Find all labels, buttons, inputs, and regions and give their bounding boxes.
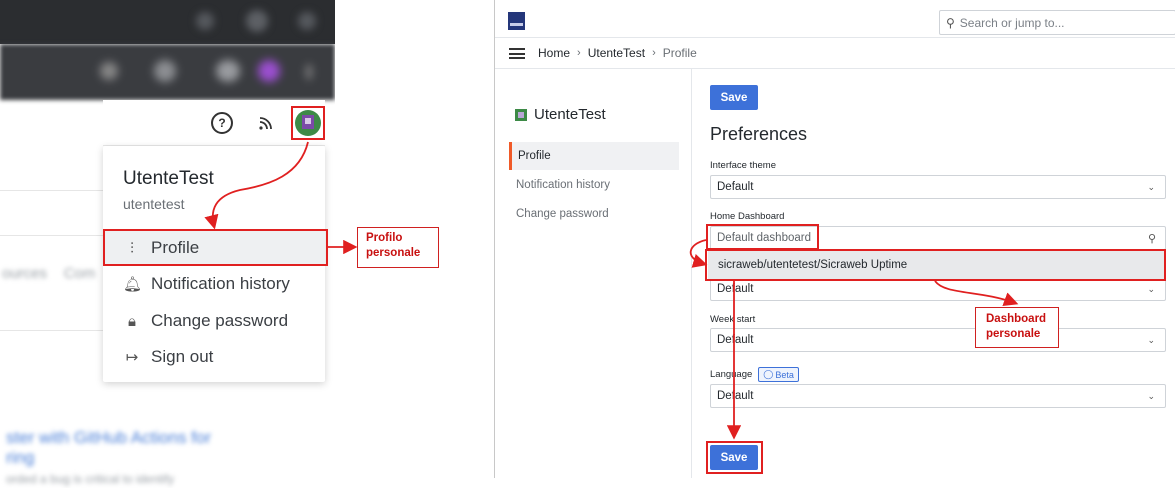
- sidebar-item-profile[interactable]: Profile: [509, 142, 679, 170]
- callout-line: personale: [986, 328, 1041, 340]
- menu-item-sign-out[interactable]: ↦ Sign out: [103, 339, 325, 375]
- menu-display-name: UtenteTest: [123, 168, 214, 189]
- save-button-top[interactable]: Save: [710, 85, 758, 110]
- sidebar-divider: [691, 69, 692, 478]
- menu-item-change-password[interactable]: 🔒︎ Change password: [103, 303, 325, 339]
- callout-profilo-personale: Profilo personale: [357, 227, 439, 268]
- sign-out-icon: ↦: [125, 349, 139, 366]
- callout-dashboard-personale: Dashboard personale: [975, 307, 1059, 348]
- language-label: Language ◯ Beta: [710, 367, 799, 382]
- search-icon: ⚲: [1147, 233, 1156, 245]
- hamburger-menu-icon[interactable]: [509, 48, 525, 59]
- help-icon[interactable]: ?: [211, 112, 233, 134]
- user-avatar-icon: [515, 108, 527, 121]
- sidebar-item-change-password[interactable]: Change password: [509, 200, 679, 228]
- breadcrumb-home[interactable]: Home: [538, 46, 570, 60]
- grafana-profile-page: ⚲ Search or jump to... Home › UtenteTest…: [494, 0, 1175, 478]
- logo[interactable]: [508, 12, 525, 30]
- menu-item-notification-history[interactable]: 🔔︎ Notification history: [103, 266, 325, 302]
- chevron-down-icon: ⌄: [1147, 284, 1155, 294]
- chevron-right-icon: ›: [577, 47, 581, 59]
- nav-bar: Home › UtenteTest › Profile: [495, 38, 1175, 69]
- preferences-title: Preferences: [710, 124, 808, 144]
- save-highlight-box: [706, 441, 763, 474]
- avatar[interactable]: [295, 110, 321, 136]
- select-value: Default: [717, 334, 754, 346]
- callout-line: personale: [366, 247, 421, 259]
- select-value: Default: [717, 181, 754, 193]
- dashboard-option-highlight-box: [705, 249, 1166, 281]
- bell-icon: 🔔︎: [123, 276, 143, 293]
- top-bar: ⚲ Search or jump to...: [495, 0, 1175, 38]
- browser-toolbar-blurred: [0, 0, 335, 44]
- beta-badge: ◯ Beta: [758, 367, 799, 382]
- callout-line: Dashboard: [986, 313, 1047, 325]
- lock-icon: 🔒︎: [128, 312, 136, 330]
- breadcrumb-current: Profile: [662, 46, 697, 60]
- chevron-down-icon: ⌄: [1147, 391, 1155, 401]
- sidebar-item-notification-history[interactable]: Notification history: [509, 171, 679, 199]
- beta-badge-text: Beta: [775, 369, 794, 380]
- select-value: Default: [717, 283, 754, 295]
- search-input[interactable]: ⚲ Search or jump to...: [939, 10, 1175, 35]
- language-select[interactable]: Default ⌄: [710, 384, 1166, 408]
- home-dashboard-highlight-box: [706, 224, 819, 250]
- language-label-text: Language: [710, 369, 753, 380]
- menu-item-label: Sign out: [151, 347, 214, 366]
- browser-tabs-blurred: [0, 44, 335, 100]
- menu-login: utentetest: [123, 196, 185, 212]
- sidebar-title: UtenteTest: [515, 106, 606, 123]
- breadcrumb: Home › UtenteTest › Profile: [538, 46, 697, 60]
- week-start-select[interactable]: Default ⌄: [710, 328, 1166, 352]
- profile-highlight-box: [103, 229, 328, 266]
- search-icon: ⚲: [946, 15, 955, 30]
- interface-theme-label: Interface theme: [710, 160, 777, 171]
- chevron-right-icon: ›: [652, 47, 656, 59]
- tag-icon: ◯: [763, 369, 774, 379]
- search-placeholder: Search or jump to...: [959, 15, 1065, 30]
- menu-item-label: Change password: [151, 311, 289, 330]
- menu-item-label: Notification history: [151, 274, 290, 293]
- chevron-down-icon: ⌄: [1147, 335, 1155, 345]
- app-header-icons: ?: [103, 100, 325, 146]
- callout-line: Profilo: [366, 232, 403, 244]
- rss-icon[interactable]: [255, 112, 277, 134]
- sidebar-title-text: UtenteTest: [534, 106, 606, 123]
- select-value: Default: [717, 390, 754, 402]
- home-dashboard-label: Home Dashboard: [710, 211, 785, 222]
- interface-theme-select[interactable]: Default ⌄: [710, 175, 1166, 199]
- breadcrumb-user[interactable]: UtenteTest: [588, 46, 645, 60]
- chevron-down-icon: ⌄: [1147, 182, 1155, 192]
- week-start-label: Week start: [710, 314, 756, 325]
- avatar-highlight[interactable]: [291, 106, 325, 140]
